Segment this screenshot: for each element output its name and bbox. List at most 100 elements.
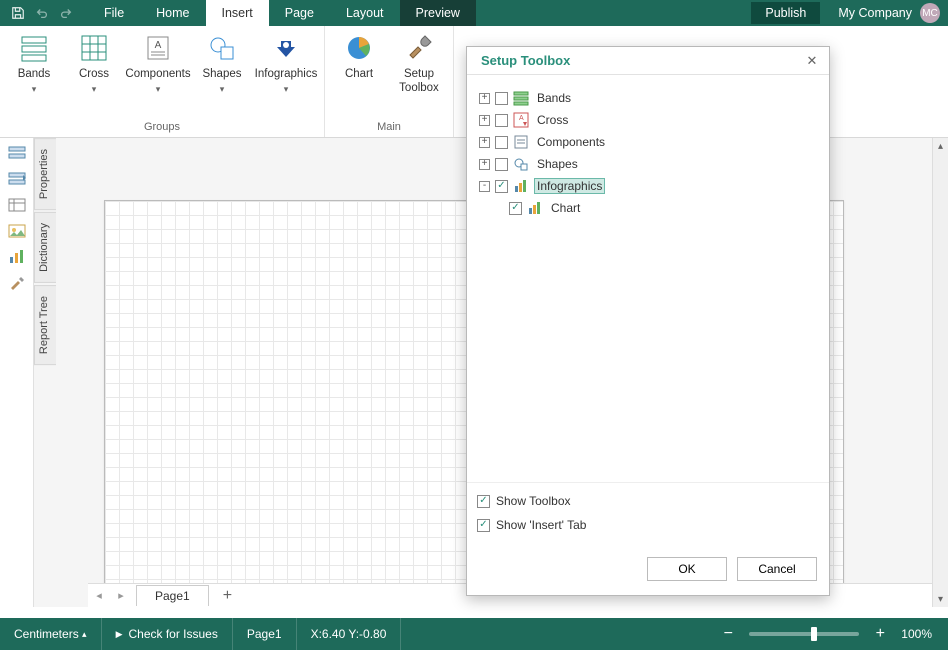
ok-button[interactable]: OK — [647, 557, 727, 581]
infographics-icon — [270, 32, 302, 64]
zoom-value[interactable]: 100% — [901, 627, 932, 641]
components-icon — [513, 134, 529, 150]
tree-label: Components — [534, 134, 608, 150]
vtool-item-1[interactable] — [7, 144, 27, 162]
components-icon: A — [142, 32, 174, 64]
status-coords: X:6.40 Y:-0.80 — [297, 618, 402, 650]
undo-icon[interactable] — [30, 0, 54, 26]
zoom-out-button[interactable]: − — [719, 625, 737, 643]
ribbon-chart-label: Chart — [345, 68, 373, 82]
tree-label: Infographics — [534, 178, 605, 194]
checkbox[interactable] — [495, 114, 508, 127]
shapes-icon — [206, 32, 238, 64]
ribbon-cross-label: Cross — [79, 68, 109, 82]
ribbon-shapes[interactable]: Shapes ▾ — [192, 28, 252, 118]
opt-show-toolbox[interactable]: Show Toolbox — [477, 489, 819, 513]
tree-label: Bands — [534, 90, 574, 106]
page-next-icon[interactable]: ▸ — [110, 589, 132, 602]
dialog-options: Show Toolbox Show 'Insert' Tab — [467, 482, 829, 547]
cancel-button[interactable]: Cancel — [737, 557, 817, 581]
zoom-in-button[interactable]: + — [871, 625, 889, 643]
chevron-up-icon: ▴ — [82, 629, 87, 640]
checkbox[interactable] — [495, 180, 508, 193]
status-check[interactable]: ▶Check for Issues — [102, 618, 233, 650]
publish-button[interactable]: Publish — [751, 2, 820, 24]
expand-icon[interactable]: + — [479, 93, 490, 104]
scroll-up-icon[interactable]: ▴ — [933, 138, 948, 154]
zoom-handle[interactable] — [811, 627, 817, 641]
checkbox[interactable] — [495, 136, 508, 149]
ribbon-infographics[interactable]: Infographics ▾ — [252, 28, 320, 118]
checkbox[interactable] — [509, 202, 522, 215]
ribbon-components[interactable]: A Components ▾ — [124, 28, 192, 118]
tree-label: Chart — [548, 200, 583, 216]
vtool-item-6[interactable] — [7, 274, 27, 292]
menu-file[interactable]: File — [88, 0, 140, 26]
scroll-down-icon[interactable]: ▾ — [933, 591, 948, 607]
quick-access-toolbar — [0, 0, 78, 26]
tree-label: Cross — [534, 112, 571, 128]
avatar[interactable]: MC — [920, 3, 940, 23]
add-page-icon[interactable]: + — [223, 587, 232, 605]
menu-home[interactable]: Home — [140, 0, 205, 26]
checkbox[interactable] — [495, 92, 508, 105]
cross-icon — [78, 32, 110, 64]
side-tab-properties[interactable]: Properties — [34, 138, 56, 210]
ribbon-bands[interactable]: Bands ▾ — [4, 28, 64, 118]
expand-icon[interactable]: + — [479, 137, 490, 148]
save-icon[interactable] — [6, 0, 30, 26]
opt-label: Show Toolbox — [496, 494, 571, 508]
setup-toolbox-dialog: Setup Toolbox ✕ + Bands + A Cross + Comp… — [466, 46, 830, 596]
vtool-item-4[interactable] — [7, 222, 27, 240]
chart-icon — [343, 32, 375, 64]
status-units-label: Centimeters — [14, 627, 79, 641]
collapse-icon[interactable]: - — [479, 181, 490, 192]
ribbon-setup-toolbox[interactable]: Setup Toolbox — [389, 28, 449, 118]
page-prev-icon[interactable]: ◂ — [88, 589, 110, 602]
checkbox[interactable] — [477, 495, 490, 508]
menu-insert[interactable]: Insert — [206, 0, 269, 26]
tree-cross[interactable]: + A Cross — [477, 109, 819, 131]
close-icon[interactable]: ✕ — [803, 52, 821, 70]
page-tab[interactable]: Page1 — [136, 585, 209, 606]
bands-icon — [513, 90, 529, 106]
ribbon-group-groups: Bands ▾ Cross ▾ A Components ▾ Shapes ▾ … — [0, 26, 325, 137]
vtool-item-3[interactable] — [7, 196, 27, 214]
tree-infographics[interactable]: - Infographics — [477, 175, 819, 197]
opt-label: Show 'Insert' Tab — [496, 518, 586, 532]
side-tab-dictionary[interactable]: Dictionary — [34, 212, 56, 283]
ribbon-cross[interactable]: Cross ▾ — [64, 28, 124, 118]
opt-show-insert-tab[interactable]: Show 'Insert' Tab — [477, 513, 819, 537]
tree-shapes[interactable]: + Shapes — [477, 153, 819, 175]
ribbon-chart[interactable]: Chart — [329, 28, 389, 118]
ribbon-shapes-label: Shapes — [202, 68, 241, 82]
ribbon-group-label-main: Main — [325, 118, 453, 137]
chart-icon — [527, 200, 543, 216]
status-check-label: Check for Issues — [128, 627, 217, 641]
checkbox[interactable] — [495, 158, 508, 171]
cross-icon: A — [513, 112, 529, 128]
vtool-item-2[interactable] — [7, 170, 27, 188]
checkbox[interactable] — [477, 519, 490, 532]
tree-bands[interactable]: + Bands — [477, 87, 819, 109]
ribbon-setup-label: Setup Toolbox — [399, 68, 439, 96]
vtool-item-5[interactable] — [7, 248, 27, 266]
menu-layout[interactable]: Layout — [330, 0, 400, 26]
tools-icon — [403, 32, 435, 64]
tree-components[interactable]: + Components — [477, 131, 819, 153]
menu-page[interactable]: Page — [269, 0, 330, 26]
zoom-slider[interactable] — [749, 632, 859, 636]
ribbon-components-label: Components — [125, 68, 190, 82]
ribbon-group-main: Chart Setup Toolbox Main — [325, 26, 454, 137]
status-units[interactable]: Centimeters ▴ — [0, 618, 102, 650]
menu-preview[interactable]: Preview — [400, 0, 476, 26]
vertical-scrollbar[interactable]: ▴ ▾ — [932, 138, 948, 607]
expand-icon[interactable]: + — [479, 159, 490, 170]
dialog-header[interactable]: Setup Toolbox ✕ — [467, 47, 829, 75]
side-tab-report-tree[interactable]: Report Tree — [34, 285, 56, 365]
redo-icon[interactable] — [54, 0, 78, 26]
tree-chart[interactable]: Chart — [477, 197, 819, 219]
title-bar: File Home Insert Page Layout Preview Pub… — [0, 0, 948, 26]
expand-icon[interactable]: + — [479, 115, 490, 126]
company-label[interactable]: My Company — [838, 6, 912, 20]
